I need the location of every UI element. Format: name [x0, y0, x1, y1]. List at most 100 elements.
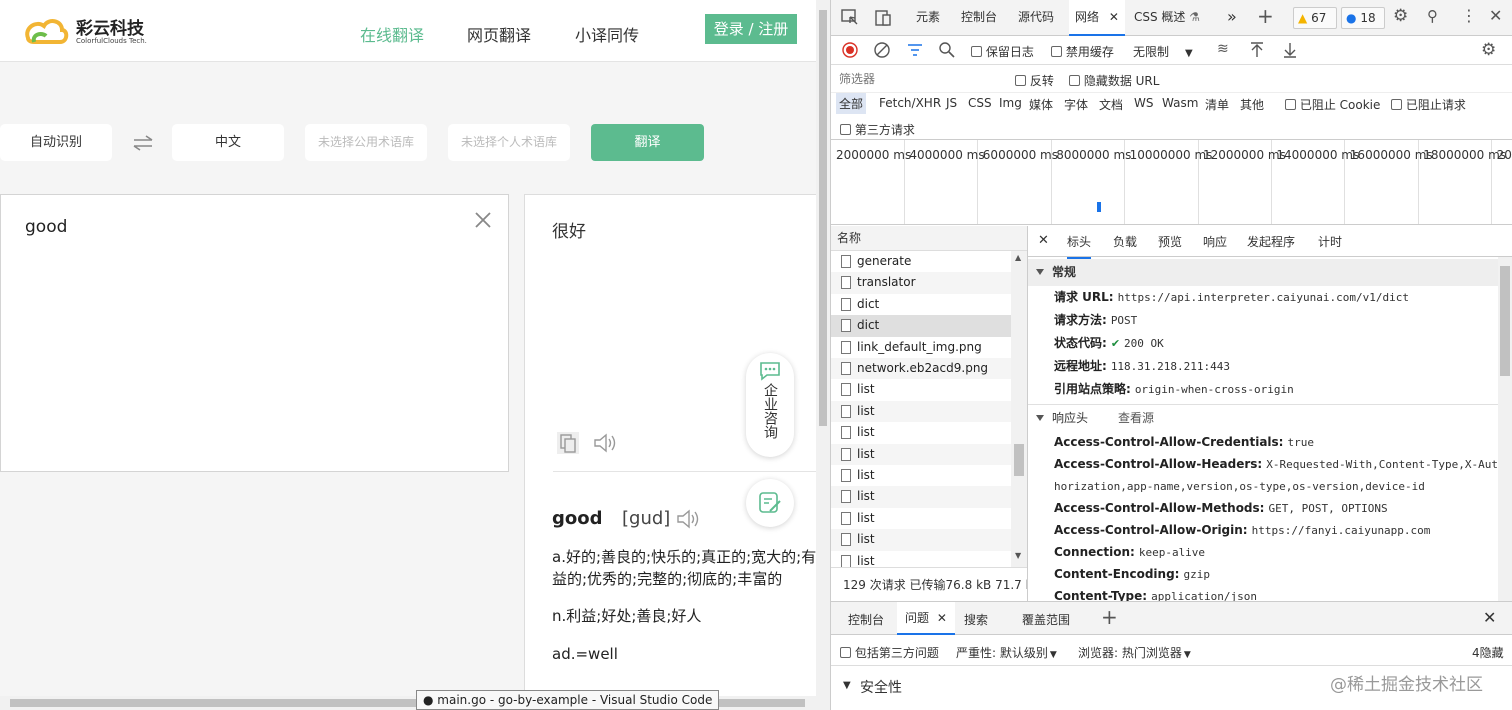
close-tab-icon[interactable]: ✕	[937, 611, 947, 625]
tab-response[interactable]: 响应	[1203, 233, 1227, 250]
header-value[interactable]: https://api.interpreter.caiyunai.com/v1/…	[1118, 291, 1409, 304]
header-value[interactable]: https://fanyi.caiyunapp.com	[1252, 524, 1431, 537]
speaker-icon[interactable]	[592, 432, 618, 454]
drawer-tab-issues[interactable]: 问题 ✕	[897, 602, 955, 635]
private-glossary-select[interactable]: 未选择个人术语库	[448, 124, 570, 161]
request-row[interactable]: list	[831, 529, 1011, 551]
public-glossary-select[interactable]: 未选择公用术语库	[305, 124, 427, 161]
header-value[interactable]: X-Requested-With,Content-Type,X-Aut	[1266, 458, 1498, 471]
request-row[interactable]: list	[831, 422, 1011, 443]
request-row[interactable]: dict	[831, 294, 1011, 315]
device-toolbar-icon[interactable]	[874, 9, 892, 27]
request-row[interactable]: link_default_img.png	[831, 337, 1011, 358]
tab-timing[interactable]: 计时	[1318, 233, 1342, 250]
header-value[interactable]: POST	[1111, 314, 1138, 327]
swap-arrows-icon[interactable]	[132, 135, 154, 151]
settings-gear-icon[interactable]: ⚙	[1393, 6, 1408, 26]
login-button[interactable]: 登录 / 注册	[705, 14, 797, 44]
detail-scroll-thumb[interactable]	[1500, 266, 1510, 376]
scroll-up-arrow-icon[interactable]: ▲	[1015, 253, 1021, 262]
filter-input[interactable]	[835, 69, 1003, 89]
clear-icon[interactable]	[474, 211, 492, 229]
tab-payload[interactable]: 负载	[1113, 233, 1137, 250]
request-list-scrollbar[interactable]: ▲ ▼	[1011, 251, 1027, 567]
close-tab-icon[interactable]: ✕	[1109, 10, 1119, 24]
header-value[interactable]: application/json	[1151, 590, 1257, 601]
type-other[interactable]: 其他	[1240, 96, 1264, 113]
header-value[interactable]: true	[1287, 436, 1314, 449]
request-list-scroll-thumb[interactable]	[1014, 444, 1024, 476]
nav-web-translate[interactable]: 网页翻译	[467, 22, 531, 46]
add-tab-icon[interactable]: +	[1257, 4, 1274, 28]
browser-select[interactable]: 浏览器: 热门浏览器 ▼	[1078, 644, 1191, 661]
messages-badge[interactable]: ● 18	[1341, 7, 1385, 29]
disable-cache-checkbox[interactable]: 禁用缓存	[1051, 43, 1114, 60]
type-media[interactable]: 媒体	[1029, 96, 1053, 113]
translate-button[interactable]: 翻译	[591, 124, 704, 161]
blocked-cookie-checkbox[interactable]: 已阻止 Cookie	[1285, 96, 1380, 113]
logo[interactable]: 彩云科技 ColorfulClouds Tech.	[22, 12, 152, 50]
request-row[interactable]: translator	[831, 272, 1011, 294]
request-row[interactable]: list	[831, 486, 1011, 508]
request-row[interactable]: list	[831, 508, 1011, 529]
record-icon[interactable]	[842, 42, 858, 58]
scroll-down-arrow-icon[interactable]: ▼	[1015, 551, 1021, 560]
search-icon[interactable]	[939, 42, 955, 58]
hide-data-urls-checkbox[interactable]: 隐藏数据 URL	[1069, 72, 1159, 89]
wifi-conditions-icon[interactable]: ≋	[1217, 41, 1229, 57]
nav-online-translate[interactable]: 在线翻译	[360, 22, 424, 46]
close-devtools-icon[interactable]: ✕	[1489, 6, 1502, 25]
more-options-icon[interactable]: ⋮	[1461, 6, 1477, 25]
close-drawer-icon[interactable]: ✕	[1483, 608, 1496, 627]
view-source-link[interactable]: 查看源	[1118, 411, 1154, 425]
network-settings-icon[interactable]: ⚙	[1481, 40, 1496, 60]
header-value[interactable]: 118.31.218.211:443	[1111, 360, 1230, 373]
target-language-select[interactable]: 中文	[172, 124, 284, 161]
request-row[interactable]: list	[831, 465, 1011, 486]
preserve-log-checkbox[interactable]: 保留日志	[971, 43, 1034, 60]
header-value[interactable]: horization,app-name,version,os-type,os-v…	[1054, 480, 1425, 493]
request-row[interactable]: list	[831, 400, 1011, 423]
more-tabs-icon[interactable]: »	[1227, 7, 1237, 26]
phonetic-speaker-icon[interactable]	[675, 508, 701, 530]
add-drawer-tab-icon[interactable]: +	[1101, 605, 1118, 629]
type-ws[interactable]: WS	[1134, 96, 1153, 110]
response-headers-section-header[interactable]: 响应头 查看源	[1028, 405, 1498, 432]
warnings-badge[interactable]: ▲ 67	[1293, 7, 1337, 29]
tab-initiator[interactable]: 发起程序	[1247, 233, 1295, 250]
clear-log-icon[interactable]	[874, 42, 890, 58]
filter-icon[interactable]	[907, 42, 923, 58]
header-value[interactable]: 200 OK	[1124, 337, 1164, 350]
type-fetch-xhr[interactable]: Fetch/XHR	[879, 96, 941, 110]
tab-headers[interactable]: 标头	[1067, 233, 1092, 259]
drawer-tab-console[interactable]: 控制台	[848, 611, 884, 628]
tab-sources[interactable]: 源代码	[1018, 0, 1054, 36]
header-value[interactable]: gzip	[1183, 568, 1210, 581]
drawer-tab-search[interactable]: 搜索	[964, 611, 988, 628]
source-text[interactable]: good	[25, 217, 67, 237]
header-value[interactable]: keep-alive	[1139, 546, 1205, 559]
type-manifest[interactable]: 清单	[1205, 96, 1229, 113]
tab-elements[interactable]: 元素	[916, 0, 940, 36]
throttle-select[interactable]: 无限制 ▼	[1133, 43, 1193, 60]
request-row[interactable]: generate	[831, 251, 1011, 272]
tab-network[interactable]: 网络 ✕	[1069, 0, 1125, 36]
request-row[interactable]: list	[831, 443, 1011, 465]
third-party-checkbox[interactable]: 第三方请求	[840, 121, 915, 138]
type-wasm[interactable]: Wasm	[1162, 96, 1198, 110]
source-language-select[interactable]: 自动识别	[0, 124, 112, 161]
copy-icon[interactable]	[556, 431, 580, 455]
type-js[interactable]: JS	[946, 96, 957, 110]
enterprise-consult-button[interactable]: 企业咨询	[746, 353, 794, 457]
import-har-icon[interactable]	[1250, 42, 1264, 58]
type-img[interactable]: Img	[999, 96, 1022, 110]
source-text-area[interactable]: good	[0, 194, 509, 472]
request-row[interactable]: dict	[831, 315, 1011, 337]
type-css[interactable]: CSS	[968, 96, 992, 110]
invert-checkbox[interactable]: 反转	[1015, 72, 1054, 89]
type-font[interactable]: 字体	[1064, 96, 1088, 113]
request-row[interactable]: list	[831, 379, 1011, 400]
header-value[interactable]: GET, POST, OPTIONS	[1268, 502, 1387, 515]
tab-preview[interactable]: 预览	[1158, 233, 1182, 250]
request-row[interactable]: list	[831, 551, 1011, 567]
